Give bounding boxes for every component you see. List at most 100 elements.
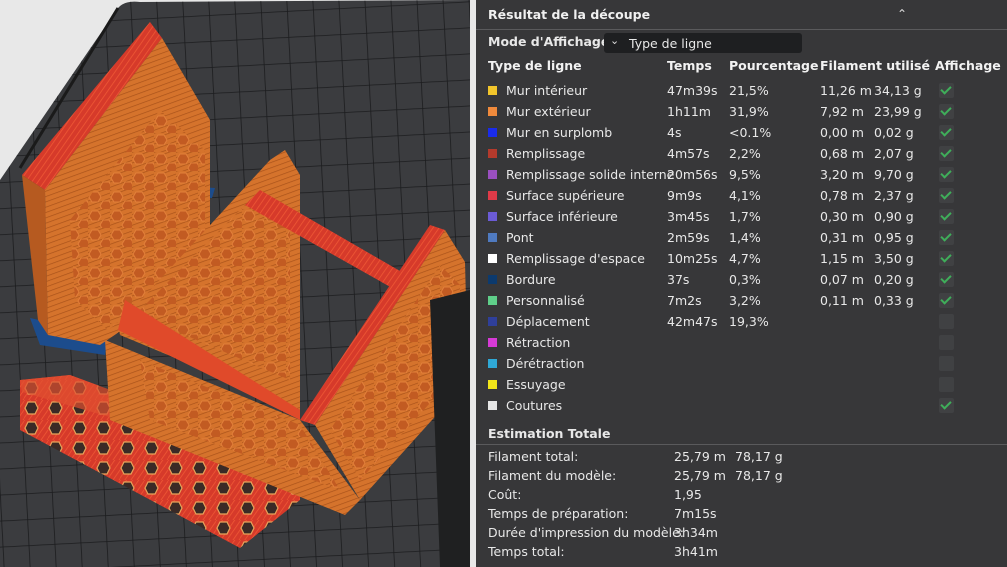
- header-line-type: Type de ligne: [488, 58, 582, 73]
- color-swatch: [488, 317, 497, 326]
- line-type-row: Mur intérieur 47m39s 21,5% 11,26 m 34,13 g: [476, 80, 1007, 101]
- line-type-weight: 0,02 g: [874, 125, 914, 140]
- line-type-name: Bordure: [506, 272, 556, 287]
- header-time: Temps: [667, 58, 712, 73]
- display-mode-label: Mode d'Affichage: [488, 34, 610, 49]
- line-type-length: 3,20 m: [820, 167, 864, 182]
- display-checkbox[interactable]: [939, 377, 954, 392]
- summary-label: Temps total:: [488, 544, 565, 559]
- line-type-weight: 3,50 g: [874, 251, 914, 266]
- slicing-result-panel: Résultat de la découpe ⌃ Mode d'Affichag…: [476, 0, 1007, 567]
- header-percent: Pourcentage: [729, 58, 819, 73]
- header-filament: Filament utilisé: [820, 58, 930, 73]
- display-checkbox[interactable]: [939, 272, 954, 287]
- line-type-name: Remplissage d'espace: [506, 251, 645, 266]
- color-swatch: [488, 401, 497, 410]
- line-type-time: 2m59s: [667, 230, 710, 245]
- line-type-length: 0,31 m: [820, 230, 864, 245]
- color-swatch: [488, 107, 497, 116]
- display-mode-value: Type de ligne: [629, 36, 712, 51]
- line-type-row: Remplissage 4m57s 2,2% 0,68 m 2,07 g: [476, 143, 1007, 164]
- color-swatch: [488, 149, 497, 158]
- line-type-name: Essuyage: [506, 377, 566, 392]
- line-type-name: Dérétraction: [506, 356, 585, 371]
- line-type-weight: 0,95 g: [874, 230, 914, 245]
- line-type-weight: 2,07 g: [874, 146, 914, 161]
- summary-title: Estimation Totale: [488, 426, 611, 441]
- line-type-name: Déplacement: [506, 314, 590, 329]
- display-checkbox[interactable]: [939, 104, 954, 119]
- chevron-down-icon: ⌄: [610, 34, 620, 47]
- display-checkbox[interactable]: [939, 356, 954, 371]
- summary-value-2: 78,17 g: [735, 468, 783, 483]
- line-type-row: Personnalisé 7m2s 3,2% 0,11 m 0,33 g: [476, 290, 1007, 311]
- line-type-row: Essuyage: [476, 374, 1007, 395]
- summary-row: Filament total: 25,79 m 78,17 g: [488, 449, 1007, 468]
- summary-row: Coût: 1,95: [488, 487, 1007, 506]
- panel-title: Résultat de la découpe: [488, 7, 651, 22]
- line-type-percent: 4,7%: [729, 251, 761, 266]
- line-type-row: Mur en surplomb 4s <0.1% 0,00 m 0,02 g: [476, 122, 1007, 143]
- display-checkbox[interactable]: [939, 83, 954, 98]
- color-swatch: [488, 275, 497, 284]
- color-swatch: [488, 233, 497, 242]
- display-checkbox[interactable]: [939, 167, 954, 182]
- header-display: Affichage: [935, 58, 1001, 73]
- line-type-length: 11,26 m: [820, 83, 872, 98]
- line-type-percent: 2,2%: [729, 146, 761, 161]
- color-swatch: [488, 86, 497, 95]
- display-checkbox[interactable]: [939, 230, 954, 245]
- display-checkbox[interactable]: [939, 398, 954, 413]
- line-type-row: Remplissage d'espace 10m25s 4,7% 1,15 m 3,50…: [476, 248, 1007, 269]
- color-swatch: [488, 170, 497, 179]
- display-checkbox[interactable]: [939, 209, 954, 224]
- line-type-row: Pont 2m59s 1,4% 0,31 m 0,95 g: [476, 227, 1007, 248]
- summary-label: Coût:: [488, 487, 522, 502]
- line-type-length: 0,00 m: [820, 125, 864, 140]
- line-type-row: Bordure 37s 0,3% 0,07 m 0,20 g: [476, 269, 1007, 290]
- display-checkbox[interactable]: [939, 146, 954, 161]
- line-type-percent: 21,5%: [729, 83, 769, 98]
- display-checkbox[interactable]: [939, 125, 954, 140]
- line-type-length: 0,07 m: [820, 272, 864, 287]
- line-type-row: Dérétraction: [476, 353, 1007, 374]
- collapse-icon[interactable]: ⌃: [893, 5, 911, 23]
- line-type-percent: 4,1%: [729, 188, 761, 203]
- line-type-time: 9m9s: [667, 188, 702, 203]
- line-type-percent: 0,3%: [729, 272, 761, 287]
- line-type-name: Personnalisé: [506, 293, 585, 308]
- summary-row: Filament du modèle: 25,79 m 78,17 g: [488, 468, 1007, 487]
- summary-row: Temps de préparation: 7m15s: [488, 506, 1007, 525]
- display-checkbox[interactable]: [939, 314, 954, 329]
- line-type-row: Surface inférieure 3m45s 1,7% 0,30 m 0,90 g: [476, 206, 1007, 227]
- color-swatch: [488, 212, 497, 221]
- line-type-name: Mur en surplomb: [506, 125, 613, 140]
- line-type-row: Surface supérieure 9m9s 4,1% 0,78 m 2,37 g: [476, 185, 1007, 206]
- line-type-time: 20m56s: [667, 167, 718, 182]
- line-type-time: 3m45s: [667, 209, 710, 224]
- summary-value-1: 25,79 m: [674, 449, 726, 464]
- line-type-weight: 34,13 g: [874, 83, 922, 98]
- summary-label: Temps de préparation:: [488, 506, 629, 521]
- line-type-percent: 1,4%: [729, 230, 761, 245]
- line-type-name: Remplissage solide interne: [506, 167, 675, 182]
- line-type-time: 4m57s: [667, 146, 710, 161]
- line-type-weight: 0,20 g: [874, 272, 914, 287]
- line-type-length: 0,68 m: [820, 146, 864, 161]
- summary-row: Durée d'impression du modèle: 3h34m: [488, 525, 1007, 544]
- line-type-time: 37s: [667, 272, 690, 287]
- display-mode-select[interactable]: ⌄ Type de ligne: [604, 33, 802, 53]
- line-type-percent: 1,7%: [729, 209, 761, 224]
- display-checkbox[interactable]: [939, 335, 954, 350]
- line-type-name: Surface supérieure: [506, 188, 625, 203]
- summary-label: Durée d'impression du modèle:: [488, 525, 684, 540]
- color-swatch: [488, 380, 497, 389]
- line-type-row: Déplacement 42m47s 19,3%: [476, 311, 1007, 332]
- summary-row: Temps total: 3h41m: [488, 544, 1007, 563]
- display-checkbox[interactable]: [939, 293, 954, 308]
- color-swatch: [488, 191, 497, 200]
- line-type-length: 0,78 m: [820, 188, 864, 203]
- line-type-name: Pont: [506, 230, 534, 245]
- display-checkbox[interactable]: [939, 188, 954, 203]
- display-checkbox[interactable]: [939, 251, 954, 266]
